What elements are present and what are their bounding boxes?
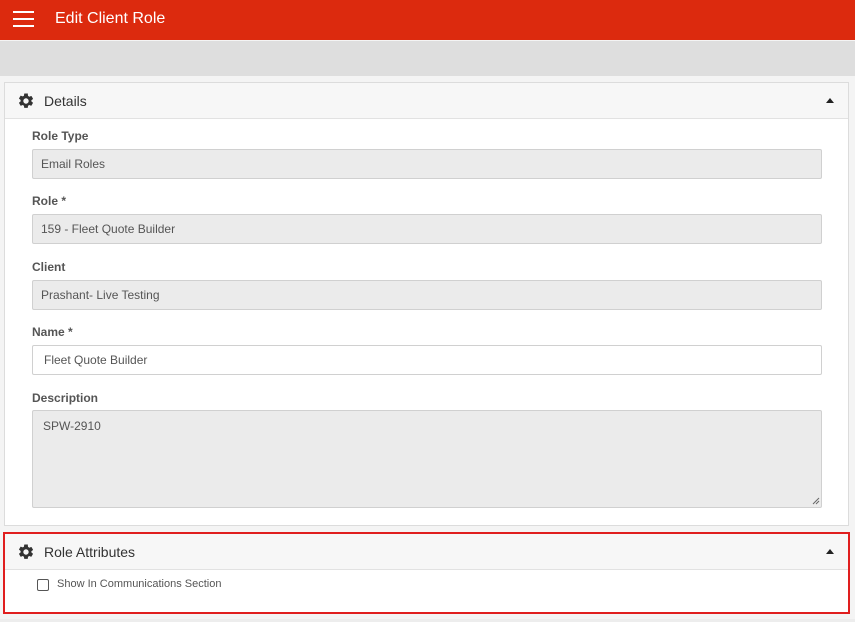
role-attributes-panel-title: Role Attributes [44, 544, 136, 560]
details-panel: Details Role Type Email Roles Role * 159… [4, 82, 849, 526]
hamburger-menu-icon[interactable] [13, 10, 34, 28]
role-type-label: Role Type [32, 129, 89, 143]
gear-icon [18, 544, 34, 559]
description-textarea[interactable]: SPW-2910 [32, 410, 822, 508]
toolbar-strip [0, 41, 855, 76]
role-type-field[interactable]: Email Roles [32, 149, 822, 179]
role-attributes-panel-header[interactable]: Role Attributes [5, 534, 848, 570]
role-attributes-panel: Role Attributes Show In Communications S… [3, 532, 850, 614]
role-label: Role * [32, 194, 67, 208]
client-field[interactable]: Prashant- Live Testing [32, 280, 822, 310]
gear-icon [18, 93, 34, 108]
name-label: Name * [32, 325, 73, 339]
page-title: Edit Client Role [55, 10, 166, 27]
app-window: Edit Client Role Details Role Type Email… [0, 0, 855, 622]
show-in-communications-checkbox[interactable] [37, 578, 49, 591]
details-panel-header[interactable]: Details [5, 83, 848, 119]
show-in-communications-label: Show In Communications Section [57, 578, 222, 590]
details-panel-title: Details [44, 93, 87, 109]
caret-up-icon[interactable] [826, 549, 834, 554]
name-input[interactable]: Fleet Quote Builder [32, 345, 822, 375]
top-app-bar: Edit Client Role [0, 0, 855, 40]
resize-handle-icon[interactable] [812, 497, 820, 505]
description-label: Description [32, 391, 99, 405]
role-field[interactable]: 159 - Fleet Quote Builder [32, 214, 822, 244]
show-in-communications-option[interactable]: Show In Communications Section [37, 578, 221, 591]
client-label: Client [32, 260, 66, 274]
caret-up-icon[interactable] [826, 98, 834, 103]
